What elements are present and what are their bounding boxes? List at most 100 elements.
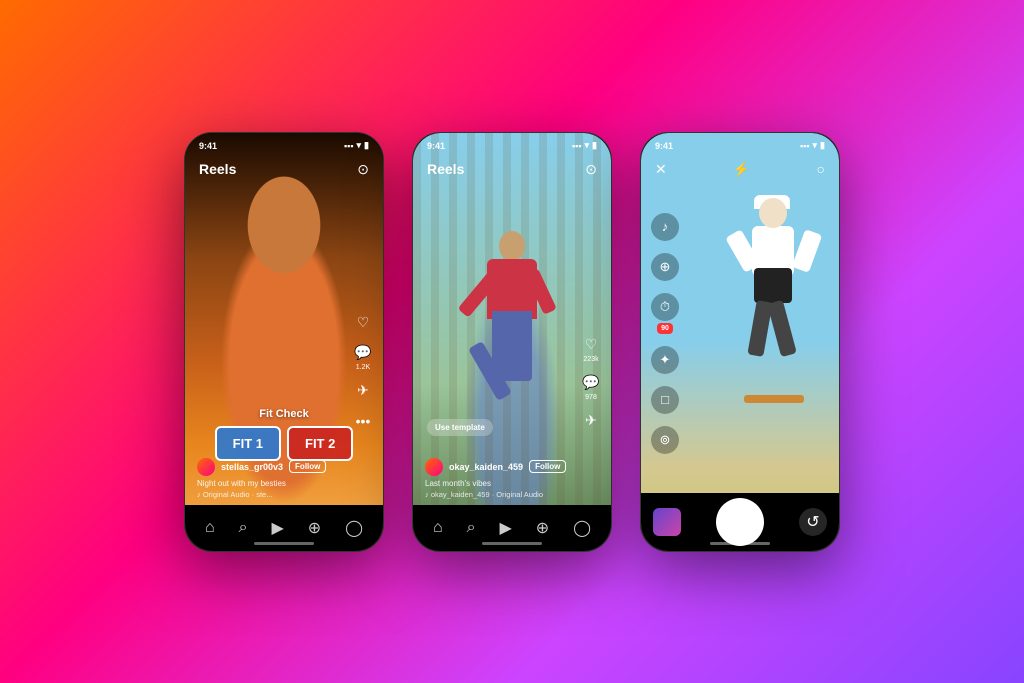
fit-check-overlay: Fit Check FIT 1 FIT 2 [185, 408, 383, 461]
phone1-follow-button[interactable]: Follow [289, 460, 326, 473]
signal-icon: ▪▪▪ [344, 141, 354, 151]
phone2-follow-button[interactable]: Follow [529, 460, 566, 473]
comment-button-2[interactable]: 💬 978 [581, 373, 601, 401]
phone2-person [472, 231, 552, 451]
wifi-icon: ▾ [357, 140, 362, 151]
phone1-username: stellas_gr00v3 [221, 462, 283, 472]
phone3-home-indicator [710, 542, 770, 545]
share-icon: ✈ [353, 381, 373, 401]
phone2-caption: Last month's vibes [425, 479, 599, 488]
heart-icon-2: ♡ [581, 335, 601, 355]
fit2-button[interactable]: FIT 2 [287, 426, 353, 461]
phone1-status-bar: 9:41 ▪▪▪ ▾ ▮ [185, 133, 383, 155]
fit1-button[interactable]: FIT 1 [215, 426, 281, 461]
phone2-audio: ♪ okay_kaiden_459 · Original Audio [425, 490, 599, 499]
skater-arm-right [792, 229, 823, 273]
wifi-icon: ▾ [585, 140, 590, 151]
heart-icon: ♡ [353, 313, 373, 333]
skater-shorts [754, 268, 792, 303]
phone3-status-bar: 9:41 ▪▪▪ ▾ ▮ [641, 133, 839, 155]
phone3-status-icons: ▪▪▪ ▾ ▮ [800, 140, 825, 151]
nav2-search-icon[interactable]: ⌕ [467, 519, 476, 537]
nav2-shop-icon[interactable]: ⊕ [536, 518, 549, 538]
phone1-time: 9:41 [199, 141, 217, 151]
share-button-2[interactable]: ✈ [581, 411, 601, 431]
wifi-icon-3: ▾ [813, 140, 818, 151]
nav-search-icon[interactable]: ⌕ [239, 519, 248, 537]
skateboard [744, 395, 804, 403]
flip-icon: ↺ [806, 512, 819, 532]
phone1-user-row: stellas_gr00v3 Follow [197, 458, 371, 476]
phone3-top-bar: ✕ ⚡ ○ [641, 155, 839, 184]
close-button[interactable]: ✕ [655, 161, 667, 178]
phone1-audio: ♪ Original Audio · ste... [197, 490, 371, 499]
timer-tool[interactable]: ⊚ [651, 426, 679, 454]
speed-badge: 90 [657, 323, 673, 334]
fit-buttons: FIT 1 FIT 2 [215, 426, 354, 461]
share-icon-2: ✈ [581, 411, 601, 431]
phone1-status-icons: ▪▪▪ ▾ ▮ [344, 140, 369, 151]
nav-home-icon[interactable]: ⌂ [205, 519, 215, 537]
phone2-right-icons: ♡ 223k 💬 978 ✈ [581, 335, 601, 431]
phone2-home-indicator [482, 542, 542, 545]
phone1-header: Reels ⊙ [185, 155, 383, 184]
comment-count-2: 978 [585, 394, 597, 401]
person2-head [499, 231, 525, 261]
use-template-button[interactable]: Use template [427, 419, 493, 436]
skateboarder [724, 193, 824, 413]
skater-head [759, 198, 787, 228]
layout-tool[interactable]: ✦ [651, 346, 679, 374]
phone3-left-tools: ♪ ⊕ ⏱ 90 ✦ □ ⊚ [651, 213, 679, 454]
ar-tool[interactable]: □ [651, 386, 679, 414]
camera-icon-2[interactable]: ⊙ [585, 161, 597, 178]
phone1-bottom: stellas_gr00v3 Follow Night out with my … [185, 458, 383, 499]
like-count-2: 223k [583, 356, 598, 363]
camera-icon[interactable]: ⊙ [357, 161, 369, 178]
fit-check-label: Fit Check [259, 408, 309, 420]
effects-tool[interactable]: ⊕ [651, 253, 679, 281]
phone2-status-bar: 9:41 ▪▪▪ ▾ ▮ [413, 133, 611, 155]
battery-icon-3: ▮ [820, 140, 825, 151]
like-button[interactable]: ♡ [353, 313, 373, 333]
comment-button[interactable]: 💬 1.2K [353, 343, 373, 371]
phone-1: 9:41 ▪▪▪ ▾ ▮ Reels ⊙ ♡ 💬 1.2K ✈ [184, 132, 384, 552]
battery-icon: ▮ [364, 140, 369, 151]
phone2-time: 9:41 [427, 141, 445, 151]
nav2-profile-icon[interactable]: ◯ [573, 518, 591, 538]
battery-icon: ▮ [592, 140, 597, 151]
phone1-caption: Night out with my besties [197, 479, 371, 488]
comment-count: 1.2K [356, 364, 370, 371]
phone2-user-row: okay_kaiden_459 Follow [425, 458, 599, 476]
signal-icon: ▪▪▪ [572, 141, 582, 151]
speed-icon: ⏱ [651, 293, 679, 321]
comment-icon: 💬 [353, 343, 373, 363]
like-button-2[interactable]: ♡ 223k [581, 335, 601, 363]
person2-jacket [487, 259, 537, 319]
nav-reels-icon[interactable]: ▶ [271, 518, 283, 538]
nav2-home-icon[interactable]: ⌂ [433, 519, 443, 537]
capture-button[interactable] [716, 498, 764, 546]
phone1-title: Reels [199, 161, 236, 177]
phone1-home-indicator [254, 542, 314, 545]
nav-shop-icon[interactable]: ⊕ [308, 518, 321, 538]
music-tool[interactable]: ♪ [651, 213, 679, 241]
phone2-bottom: okay_kaiden_459 Follow Last month's vibe… [413, 458, 611, 499]
share-button[interactable]: ✈ [353, 381, 373, 401]
lightning-icon[interactable]: ⚡ [733, 161, 750, 178]
signal-icon-3: ▪▪▪ [800, 141, 810, 151]
phone1-avatar [197, 458, 215, 476]
phone-3: 9:41 ▪▪▪ ▾ ▮ ✕ ⚡ ○ ♪ ⊕ ⏱ 90 ✦ □ ⊚ [640, 132, 840, 552]
phone2-status-icons: ▪▪▪ ▾ ▮ [572, 140, 597, 151]
flip-camera-button[interactable]: ↺ [799, 508, 827, 536]
comment-icon-2: 💬 [581, 373, 601, 393]
nav2-reels-icon[interactable]: ▶ [499, 518, 511, 538]
phone2-avatar [425, 458, 443, 476]
settings-icon[interactable]: ○ [817, 161, 825, 177]
speed-tool[interactable]: ⏱ 90 [651, 293, 679, 334]
phone2-title: Reels [427, 161, 464, 177]
nav-profile-icon[interactable]: ◯ [345, 518, 363, 538]
phone3-time: 9:41 [655, 141, 673, 151]
gallery-thumbnail[interactable] [653, 508, 681, 536]
skater-leg-right [767, 299, 797, 356]
phone2-username: okay_kaiden_459 [449, 462, 523, 472]
